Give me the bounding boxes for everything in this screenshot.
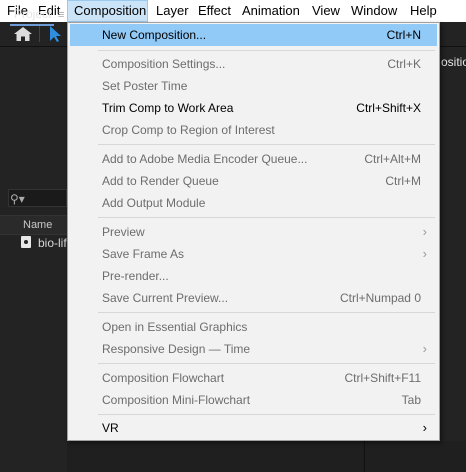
menu-separator (98, 312, 435, 313)
toolbar-divider (39, 26, 40, 42)
menu-item-open-essential-graphics[interactable]: Open in Essential Graphics (70, 316, 437, 338)
menu-item-composition-settings[interactable]: Composition Settings... Ctrl+K (70, 53, 437, 75)
menu-separator (98, 363, 435, 364)
panel-menu-icon[interactable]: ≡ (58, 9, 64, 21)
menu-item-responsive-design-time[interactable]: Responsive Design — Time › (70, 338, 437, 360)
active-tab-indicator (10, 24, 54, 26)
column-header-name[interactable]: Name (23, 219, 52, 231)
menu-item-label: Preview (102, 225, 145, 239)
menu-item-label: Pre-render... (102, 269, 169, 283)
menu-item-label: Responsive Design — Time (102, 342, 251, 356)
tab-project[interactable]: Project (14, 7, 51, 21)
menu-item-label: Add Output Module (102, 196, 206, 210)
menu-item-label: Crop Comp to Region of Interest (102, 123, 275, 137)
composition-file-icon (21, 236, 31, 248)
composition-menu: New Composition... Ctrl+N Composition Se… (67, 22, 440, 441)
menu-item-new-composition[interactable]: New Composition... Ctrl+N (70, 24, 437, 46)
menu-item-set-poster-time[interactable]: Set Poster Time (70, 75, 437, 97)
project-item-name[interactable]: bio-lif (38, 236, 67, 250)
menu-animation[interactable]: Animation (242, 0, 300, 22)
menu-bar: File Edit Composition Layer Effect Anima… (0, 0, 466, 23)
menu-composition[interactable]: Composition (67, 0, 148, 22)
menu-effect[interactable]: Effect (198, 0, 231, 22)
submenu-arrow-icon: › (422, 420, 427, 435)
menu-item-label: VR (102, 421, 119, 435)
search-icon[interactable]: ⚲▾ (10, 192, 25, 206)
menu-item-shortcut: Ctrl+Shift+X (356, 101, 421, 115)
menu-item-shortcut: Ctrl+M (385, 174, 421, 188)
menu-item-pre-render[interactable]: Pre-render... (70, 265, 437, 287)
menu-separator (98, 414, 435, 415)
menu-item-crop-comp[interactable]: Crop Comp to Region of Interest (70, 119, 437, 141)
menu-item-save-current-preview[interactable]: Save Current Preview... Ctrl+Numpad 0 (70, 287, 437, 309)
menu-item-add-output-module[interactable]: Add Output Module (70, 192, 437, 214)
menu-item-label: Save Current Preview... (102, 291, 229, 305)
menu-item-add-to-render-queue[interactable]: Add to Render Queue Ctrl+M (70, 170, 437, 192)
menu-item-label: Composition Mini-Flowchart (102, 393, 251, 407)
menu-item-label: Trim Comp to Work Area (102, 101, 234, 115)
menu-item-composition-flowchart[interactable]: Composition Flowchart Ctrl+Shift+F11 (70, 367, 437, 389)
composition-panel (440, 47, 466, 472)
menu-layer[interactable]: Layer (156, 0, 189, 22)
menu-separator (98, 217, 435, 218)
menu-item-composition-mini-flowchart[interactable]: Composition Mini-Flowchart Tab (70, 389, 437, 411)
menu-item-shortcut: Ctrl+Alt+M (364, 152, 421, 166)
menu-item-shortcut: Ctrl+Shift+F11 (344, 371, 421, 385)
menu-item-add-to-ame-queue[interactable]: Add to Adobe Media Encoder Queue... Ctrl… (70, 148, 437, 170)
submenu-arrow-icon: › (422, 246, 427, 261)
menu-item-trim-comp[interactable]: Trim Comp to Work Area Ctrl+Shift+X (70, 97, 437, 119)
menu-item-label: Set Poster Time (102, 79, 188, 93)
submenu-arrow-icon: › (422, 341, 427, 356)
menu-window[interactable]: Window (351, 0, 397, 22)
menu-item-shortcut: Ctrl+Numpad 0 (339, 291, 421, 305)
menu-item-label: Open in Essential Graphics (102, 320, 248, 334)
menu-item-vr[interactable]: VR › (70, 417, 437, 439)
project-panel (0, 47, 67, 472)
submenu-arrow-icon: › (422, 224, 427, 239)
bottom-right-panel (364, 441, 466, 472)
timeline-panel (67, 441, 363, 472)
menu-item-label: New Composition... (102, 28, 207, 42)
menu-separator (98, 144, 435, 145)
menu-item-label: Composition Flowchart (102, 371, 225, 385)
menu-item-shortcut: Tab (401, 393, 421, 407)
menu-item-label: Save Frame As (102, 247, 185, 261)
menu-item-label: Add to Adobe Media Encoder Queue... (102, 152, 308, 166)
tab-composition[interactable]: ositio (441, 55, 466, 69)
menu-item-preview[interactable]: Preview › (70, 221, 437, 243)
menu-item-shortcut: Ctrl+K (387, 57, 421, 71)
menu-view[interactable]: View (312, 0, 340, 22)
menu-separator (98, 50, 435, 51)
menu-item-save-frame-as[interactable]: Save Frame As › (70, 243, 437, 265)
menu-item-shortcut: Ctrl+N (386, 28, 421, 42)
menu-item-label: Add to Render Queue (102, 174, 219, 188)
menu-help[interactable]: Help (410, 0, 437, 22)
home-icon[interactable] (13, 26, 33, 42)
selection-tool-icon[interactable] (47, 25, 63, 43)
menu-item-label: Composition Settings... (102, 57, 226, 71)
